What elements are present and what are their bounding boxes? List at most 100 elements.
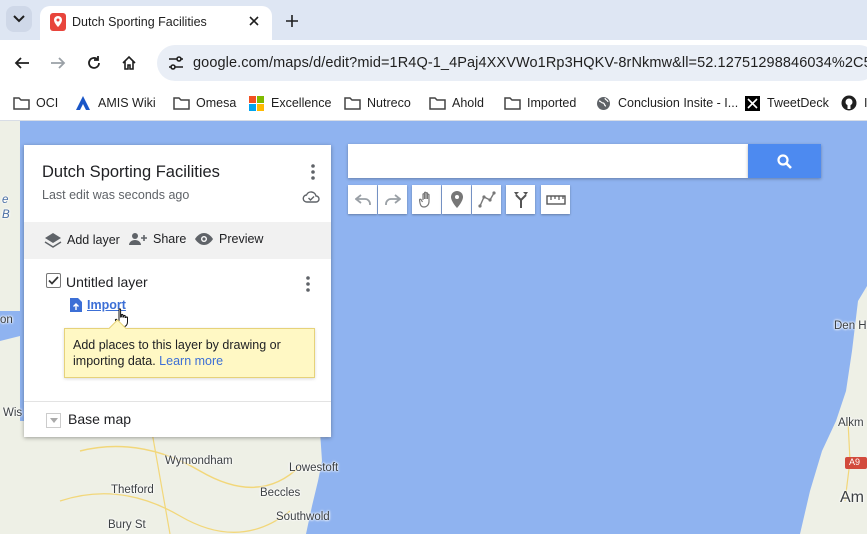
back-button[interactable] xyxy=(11,52,33,74)
folder-icon xyxy=(12,95,30,111)
chevron-down-icon xyxy=(13,15,25,23)
bookmark-label: Imported xyxy=(527,96,577,110)
bookmark-omesa[interactable]: Omesa xyxy=(172,94,236,112)
globe-icon xyxy=(594,95,612,111)
checkmark-icon xyxy=(48,276,59,285)
map-label-b: B xyxy=(2,209,10,221)
tab-search-button[interactable] xyxy=(6,6,32,32)
bookmark-oci[interactable]: OCI xyxy=(12,94,58,112)
map-canvas[interactable]: Wymondham Thetford Beccles Lowestoft Sou… xyxy=(0,121,867,534)
base-map-expand-toggle[interactable] xyxy=(46,413,61,428)
map-label-on: on xyxy=(0,314,13,326)
undo-button[interactable] xyxy=(348,185,377,214)
import-tooltip: Add places to this layer by drawing or i… xyxy=(64,319,315,378)
bookmark-label: AMIS Wiki xyxy=(98,96,156,110)
redo-button[interactable] xyxy=(378,185,407,214)
triangle-down-icon xyxy=(49,418,58,423)
undo-icon xyxy=(354,193,371,205)
bookmark-tweetdeck[interactable]: TweetDeck xyxy=(743,94,829,112)
map-search-button[interactable] xyxy=(748,144,821,178)
bookmark-excellence[interactable]: Excellence xyxy=(247,94,331,112)
layer-options-menu[interactable] xyxy=(303,274,313,294)
bookmark-nutreco[interactable]: Nutreco xyxy=(343,94,411,112)
bookmark-label: Nutreco xyxy=(367,96,411,110)
share-button[interactable]: Share xyxy=(128,232,186,246)
bookmark-ahold[interactable]: Ahold xyxy=(428,94,484,112)
bookmark-label: Excellence xyxy=(271,96,332,110)
ruler-icon xyxy=(545,194,566,205)
map-label-alkmaar: Alkm xyxy=(838,417,864,429)
layers-icon xyxy=(44,232,62,248)
tune-icon xyxy=(169,56,183,70)
search-icon xyxy=(777,153,792,169)
cloud-saved-icon xyxy=(301,187,321,207)
site-info-button[interactable] xyxy=(165,52,187,74)
map-label-lowestoft: Lowestoft xyxy=(289,462,339,474)
add-layer-label: Add layer xyxy=(67,233,120,247)
add-directions-button[interactable] xyxy=(506,185,535,214)
close-tab-icon[interactable] xyxy=(246,13,262,29)
select-items-button[interactable] xyxy=(412,185,441,214)
map-road-a9: A9 xyxy=(849,457,861,467)
map-label-e: e xyxy=(2,194,9,206)
preview-button[interactable]: Preview xyxy=(194,232,263,246)
home-icon xyxy=(122,55,136,70)
map-label-den-helder: Den He xyxy=(834,320,867,332)
browser-tab[interactable]: Dutch Sporting Facilities xyxy=(40,6,272,40)
folder-icon xyxy=(172,95,190,111)
map-label-southwold: Southwold xyxy=(276,511,330,523)
bookmark-label: TweetDeck xyxy=(767,96,829,110)
url-text: google.com/maps/d/edit?mid=1R4Q-1_4Paj4X… xyxy=(193,55,867,71)
browser-toolbar: google.com/maps/d/edit?mid=1R4Q-1_4Paj4X… xyxy=(0,40,867,86)
bookmark-label: OCI xyxy=(36,96,59,110)
home-button[interactable] xyxy=(118,52,140,74)
map-label-wis: Wis xyxy=(3,407,23,419)
redo-icon xyxy=(384,193,401,205)
add-person-icon xyxy=(128,232,148,246)
add-marker-button[interactable] xyxy=(442,185,471,214)
layer-name[interactable]: Untitled layer xyxy=(66,274,148,290)
add-layer-button[interactable]: Add layer xyxy=(44,232,120,248)
map-legend-panel: Dutch Sporting Facilities Last edit was … xyxy=(24,145,331,437)
new-tab-button[interactable] xyxy=(282,11,302,31)
github-icon xyxy=(840,95,858,111)
draw-line-icon xyxy=(477,191,496,208)
tab-bar: Dutch Sporting Facilities xyxy=(0,0,867,40)
x-icon xyxy=(743,95,761,111)
reload-button[interactable] xyxy=(83,52,105,74)
map-options-menu[interactable] xyxy=(305,161,321,183)
eye-icon xyxy=(194,232,214,246)
folder-icon xyxy=(343,95,361,111)
reload-icon xyxy=(88,56,100,69)
more-vert-icon xyxy=(311,164,315,180)
measure-distance-button[interactable] xyxy=(541,185,570,214)
last-edit-status: Last edit was seconds ago xyxy=(42,188,190,202)
draw-line-button[interactable] xyxy=(472,185,501,214)
bookmark-conclusion-insite[interactable]: Conclusion Insite - I... xyxy=(594,94,738,112)
folder-icon xyxy=(428,95,446,111)
forward-arrow-icon xyxy=(51,57,66,69)
map-title[interactable]: Dutch Sporting Facilities xyxy=(42,163,220,182)
map-search-input[interactable] xyxy=(348,144,748,178)
amis-icon xyxy=(74,95,92,111)
preview-label: Preview xyxy=(219,232,264,246)
bookmark-label: Ahold xyxy=(452,96,484,110)
plus-icon xyxy=(286,15,298,27)
file-upload-icon xyxy=(70,298,82,312)
panel-action-bar: Add layer Share Preview xyxy=(24,222,331,259)
panel-divider xyxy=(24,401,331,402)
learn-more-link[interactable]: Learn more xyxy=(159,354,223,368)
bookmark-label: Omesa xyxy=(196,96,237,110)
bookmark-amis-wiki[interactable]: AMIS Wiki xyxy=(74,94,156,112)
address-bar[interactable]: google.com/maps/d/edit?mid=1R4Q-1_4Paj4X… xyxy=(157,45,867,81)
bookmark-github[interactable]: I xyxy=(840,94,867,112)
map-label-wymondham: Wymondham xyxy=(165,455,233,467)
base-map-label[interactable]: Base map xyxy=(68,411,131,427)
bookmark-label: Conclusion Insite - I... xyxy=(618,96,739,110)
forward-button[interactable] xyxy=(47,52,69,74)
tab-title: Dutch Sporting Facilities xyxy=(72,15,207,29)
map-label-beccles: Beccles xyxy=(260,487,301,499)
more-vert-icon xyxy=(306,276,310,292)
layer-visibility-checkbox[interactable] xyxy=(46,273,61,288)
bookmark-imported[interactable]: Imported xyxy=(503,94,576,112)
